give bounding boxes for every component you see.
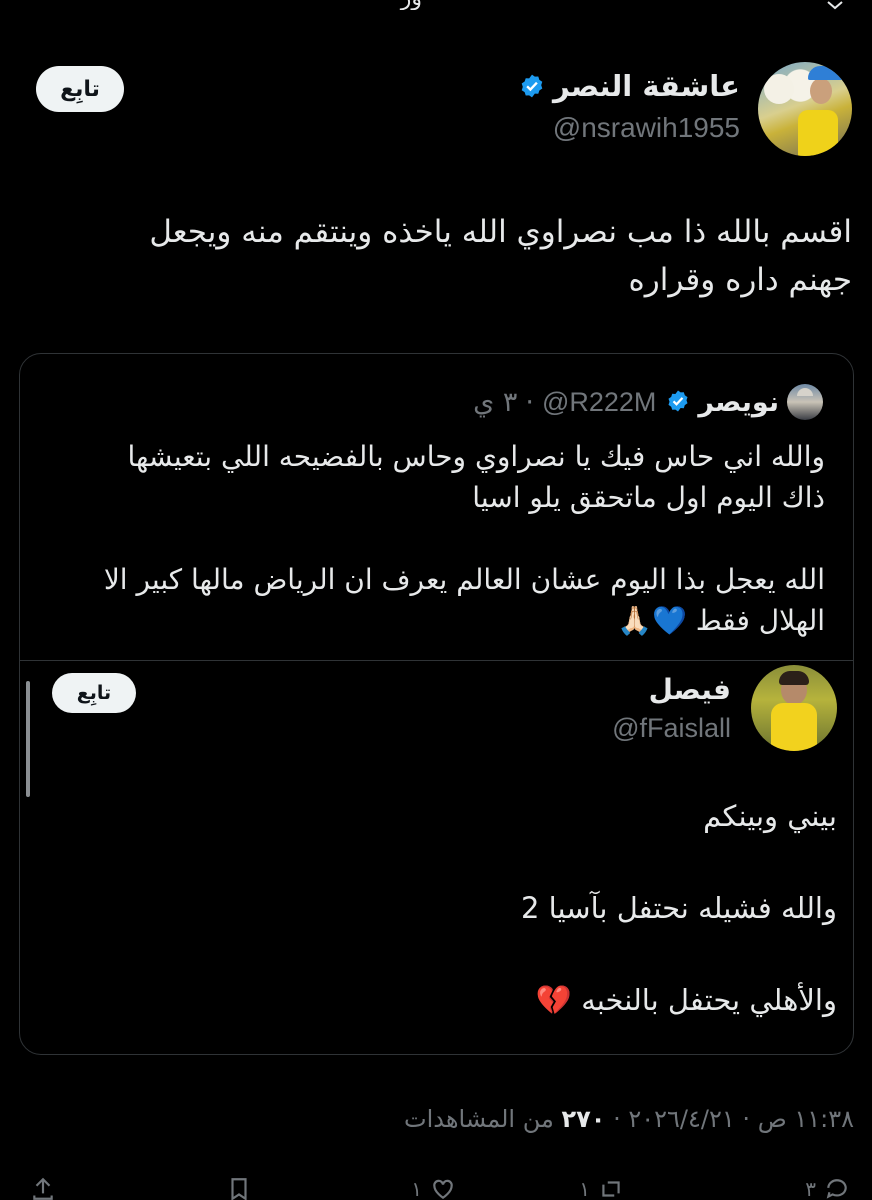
retweet-action[interactable]: ١ [579, 1176, 624, 1200]
reply-icon [826, 1179, 847, 1199]
quoted-tweet-card[interactable]: نويصر @R222M · ٣ ي والله اني حاس فيك يا … [19, 353, 854, 1055]
previous-tweet-partial-text: ور [0, 0, 872, 10]
quoted-author-handle: @R222M [541, 386, 657, 417]
heart-icon [433, 1179, 453, 1199]
author-name-row[interactable]: عاشقة النصر [519, 68, 740, 104]
reply-action[interactable]: ٣ [805, 1176, 850, 1200]
nested-follow-button[interactable]: تابِع [52, 673, 136, 713]
tweet-detail-page: ور عاشقة النصر @nsrawih1955 تابِع اقسم ب… [0, 0, 872, 1200]
views-count: ٢٧٠ [561, 1105, 606, 1133]
like-action[interactable]: ١ [411, 1176, 456, 1200]
tweet-text: اقسم بالله ذا مب نصراوي الله ياخذه وينتق… [149, 214, 852, 298]
tweet-meta: ١١:٣٨ ص · ٢٠٢٦/٤/٢١ · ٢٧٠ من المشاهدات [404, 1105, 854, 1133]
verified-badge-icon [664, 389, 690, 415]
tweet-date: ٢٠٢٦/٤/٢١ [628, 1105, 735, 1133]
bookmark-icon [231, 1178, 247, 1200]
follow-button[interactable]: تابِع [36, 66, 124, 112]
separator-dot: · [742, 1105, 751, 1133]
separator-dot: · [613, 1105, 621, 1133]
bookmark-action[interactable] [226, 1176, 252, 1200]
scroll-indicator [26, 681, 30, 797]
quoted-tweet-time: ٣ ي [473, 386, 518, 418]
reply-count: ٣ [805, 1177, 816, 1200]
share-icon [33, 1177, 53, 1200]
retweet-count: ١ [579, 1177, 590, 1200]
back-arrow-icon[interactable] [826, 0, 844, 15]
retweet-icon [602, 1181, 620, 1197]
separator-dot: · [525, 386, 534, 418]
nested-author-handle[interactable]: @fFaislall [612, 713, 731, 744]
quoted-author-name: نويصر [698, 386, 779, 418]
quoted-tweet-text: والله اني حاس فيك يا نصراوي وحاس بالفضيح… [103, 440, 825, 637]
share-action[interactable] [30, 1176, 56, 1200]
nested-tweet-text: بيني وبينكم والله فشيله نحتفل بآسيا 2 وا… [521, 799, 837, 1017]
author-avatar[interactable] [758, 62, 852, 156]
tweet-action-bar: ٣ ١ ١ [0, 1176, 872, 1200]
like-count: ١ [411, 1177, 422, 1200]
verified-badge-icon [519, 73, 545, 99]
quoted-author-avatar [787, 384, 823, 420]
author-display-name[interactable]: عاشقة النصر [553, 68, 740, 104]
quoted-tweet-header: نويصر @R222M · ٣ ي [473, 384, 823, 420]
author-handle[interactable]: @nsrawih1955 [553, 110, 740, 146]
tweet-author-header: عاشقة النصر @nsrawih1955 تابِع [20, 62, 852, 158]
nested-author-name[interactable]: فيصل [649, 673, 731, 706]
nested-quoted-tweet[interactable]: فيصل @fFaislall تابِع بيني وبينكم والله … [20, 660, 853, 1054]
tweet-time: ١١:٣٨ ص [757, 1105, 854, 1133]
nested-author-avatar[interactable] [751, 665, 837, 751]
views-label: من المشاهدات [403, 1105, 554, 1133]
